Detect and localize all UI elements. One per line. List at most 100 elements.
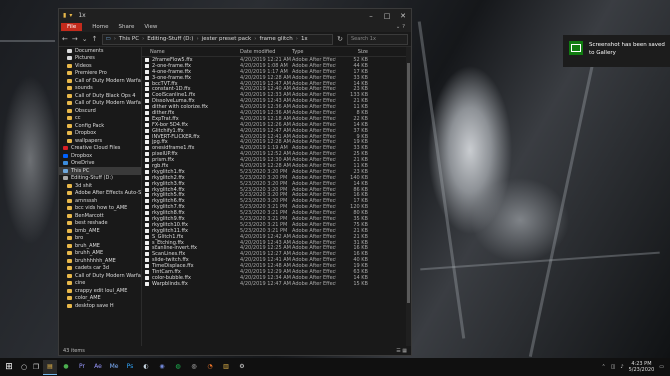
search-icon[interactable]: ○: [18, 363, 30, 371]
nav-item[interactable]: crappy edit loul_AME: [59, 287, 141, 295]
search-input[interactable]: Search 1x: [347, 33, 408, 45]
back-arrow-icon[interactable]: ←: [62, 35, 68, 43]
breadcrumb-drive[interactable]: Editing-Stuff (D:): [147, 36, 193, 42]
toast-message: Screenshot has been saved to Gallery: [589, 42, 665, 56]
ffx-file-icon: [145, 152, 149, 157]
up-arrow-icon[interactable]: ↑: [92, 35, 98, 43]
breadcrumb-frame-glitch[interactable]: frame glitch: [259, 36, 292, 42]
folder-icon: [67, 116, 72, 121]
nav-item[interactable]: desktop save H: [59, 302, 141, 310]
obs-icon[interactable]: ◎: [187, 360, 201, 375]
nav-item[interactable]: Adobe After Effects Auto-Save: [59, 190, 141, 198]
nav-item[interactable]: bro: [59, 235, 141, 243]
nav-item[interactable]: Call of Duty Black Ops 4: [59, 92, 141, 100]
settings-icon[interactable]: ⚙: [235, 360, 249, 375]
nav-item[interactable]: bruhhhhhh_AME: [59, 257, 141, 265]
nav-item[interactable]: Pictures: [59, 55, 141, 63]
nav-item[interactable]: 3d shit: [59, 182, 141, 190]
folder-icon: [67, 86, 72, 91]
steam-icon[interactable]: ◐: [139, 360, 153, 375]
nav-item[interactable]: color_AME: [59, 295, 141, 303]
breadcrumb-this-pc[interactable]: This PC: [119, 36, 139, 42]
nav-item[interactable]: Dropbox: [59, 130, 141, 138]
tab-file[interactable]: File: [61, 23, 83, 31]
nav-item[interactable]: Call of Duty Modern Warfare 3: [59, 100, 141, 108]
ffx-file-icon: [145, 146, 149, 151]
file-list-scrollbar[interactable]: [406, 47, 411, 346]
ffx-file-icon: [145, 140, 149, 145]
file-row[interactable]: Warpblinds.ffx 4/20/2019 12:47 AM Adobe Af…: [142, 281, 411, 287]
nav-item[interactable]: Videos: [59, 62, 141, 70]
nav-item[interactable]: This PC: [59, 167, 141, 175]
notification-toast[interactable]: Screenshot has been saved to Gallery: [563, 35, 670, 67]
volume-icon[interactable]: ♪: [620, 364, 623, 370]
nav-item[interactable]: bruh_AME: [59, 242, 141, 250]
media-encoder-icon[interactable]: Me: [107, 360, 121, 375]
nav-item[interactable]: Call of Duty Modern Warfare: [59, 272, 141, 280]
ffx-file-icon: [145, 105, 149, 110]
nav-item[interactable]: cadets car 3d: [59, 265, 141, 273]
nav-item[interactable]: arnnsssh: [59, 197, 141, 205]
breadcrumb-preset-pack[interactable]: jester preset pack: [202, 36, 252, 42]
window-titlebar[interactable]: ▮ ▾ 1x – □ ✕: [59, 9, 411, 22]
start-button[interactable]: ⊞: [0, 362, 18, 372]
nav-item[interactable]: Editing-Stuff (D:): [59, 175, 141, 183]
nav-item[interactable]: best reshade: [59, 220, 141, 228]
nav-item[interactable]: BenMarcott: [59, 212, 141, 220]
tab-share[interactable]: Share: [118, 24, 134, 30]
blender-icon[interactable]: ◔: [203, 360, 217, 375]
nav-item[interactable]: Dropbox: [59, 152, 141, 160]
nav-item[interactable]: bruhh_AME: [59, 250, 141, 258]
photoshop-icon[interactable]: Ps: [123, 360, 137, 375]
nav-item[interactable]: cine: [59, 280, 141, 288]
nav-item[interactable]: bcc vids how to_AME: [59, 205, 141, 213]
explorer-icon[interactable]: ▤: [43, 359, 57, 375]
maximize-button[interactable]: □: [379, 12, 395, 20]
nav-item[interactable]: Call of Duty Modern Warfare 2: [59, 77, 141, 85]
notification-center-icon[interactable]: ▭: [659, 364, 664, 370]
column-header-name[interactable]: Name: [142, 49, 240, 55]
task-view-icon[interactable]: ❐: [30, 363, 42, 371]
minimize-button[interactable]: –: [363, 12, 379, 20]
network-icon[interactable]: ◫: [611, 364, 616, 370]
breadcrumb-1x[interactable]: 1x: [301, 36, 308, 42]
column-header-date[interactable]: Date modified: [240, 49, 292, 55]
view-toggle-icons[interactable]: ☰ ▦: [396, 348, 407, 354]
folder-icon: [67, 258, 72, 263]
nav-item[interactable]: Config Pack: [59, 122, 141, 130]
close-button[interactable]: ✕: [395, 12, 411, 20]
scrollbar-thumb[interactable]: [407, 63, 410, 303]
chrome-icon[interactable]: ●: [59, 360, 73, 375]
tab-view[interactable]: View: [144, 24, 157, 30]
nav-item[interactable]: sounds: [59, 85, 141, 93]
nav-item[interactable]: cc: [59, 115, 141, 123]
nav-item-label: Adobe After Effects Auto-Save: [75, 190, 141, 197]
spotify-icon[interactable]: ◍: [171, 360, 185, 375]
recent-chevron-icon[interactable]: ⌄: [82, 35, 88, 43]
nav-item[interactable]: wallpapers: [59, 137, 141, 145]
column-header-size[interactable]: Size: [336, 49, 372, 55]
column-header-type[interactable]: Type: [292, 49, 336, 55]
discord-icon[interactable]: ◉: [155, 360, 169, 375]
ribbon-expand-icon[interactable]: ⌄ ?: [396, 24, 405, 30]
nav-item[interactable]: Obscurd: [59, 107, 141, 115]
nav-item-label: bmb_AME: [75, 227, 100, 234]
tab-home[interactable]: Home: [92, 24, 108, 30]
nav-item[interactable]: OneDrive: [59, 160, 141, 168]
clock[interactable]: 4:23 PM 5/23/2020: [629, 361, 655, 373]
ffx-file-icon: [145, 122, 149, 127]
nav-item[interactable]: Creative Cloud Files: [59, 145, 141, 153]
pin-icon[interactable]: ▾: [69, 12, 72, 19]
tray-chevron-icon[interactable]: ⌃: [601, 364, 605, 370]
forward-arrow-icon[interactable]: →: [72, 35, 78, 43]
file-size: 15 KB: [353, 280, 368, 287]
nav-item[interactable]: Premiere Pro: [59, 70, 141, 78]
nav-item[interactable]: bmb_AME: [59, 227, 141, 235]
after-effects-icon[interactable]: Ae: [91, 360, 105, 375]
ffx-file-icon: [145, 281, 149, 286]
nav-item[interactable]: Documents: [59, 47, 141, 55]
breadcrumb[interactable]: ▭ › This PC › Editing-Stuff (D:) › jeste…: [101, 33, 334, 45]
premiere-icon[interactable]: Pr: [75, 360, 89, 375]
folder-icon[interactable]: ▥: [219, 360, 233, 375]
refresh-icon[interactable]: ↻: [337, 35, 343, 43]
